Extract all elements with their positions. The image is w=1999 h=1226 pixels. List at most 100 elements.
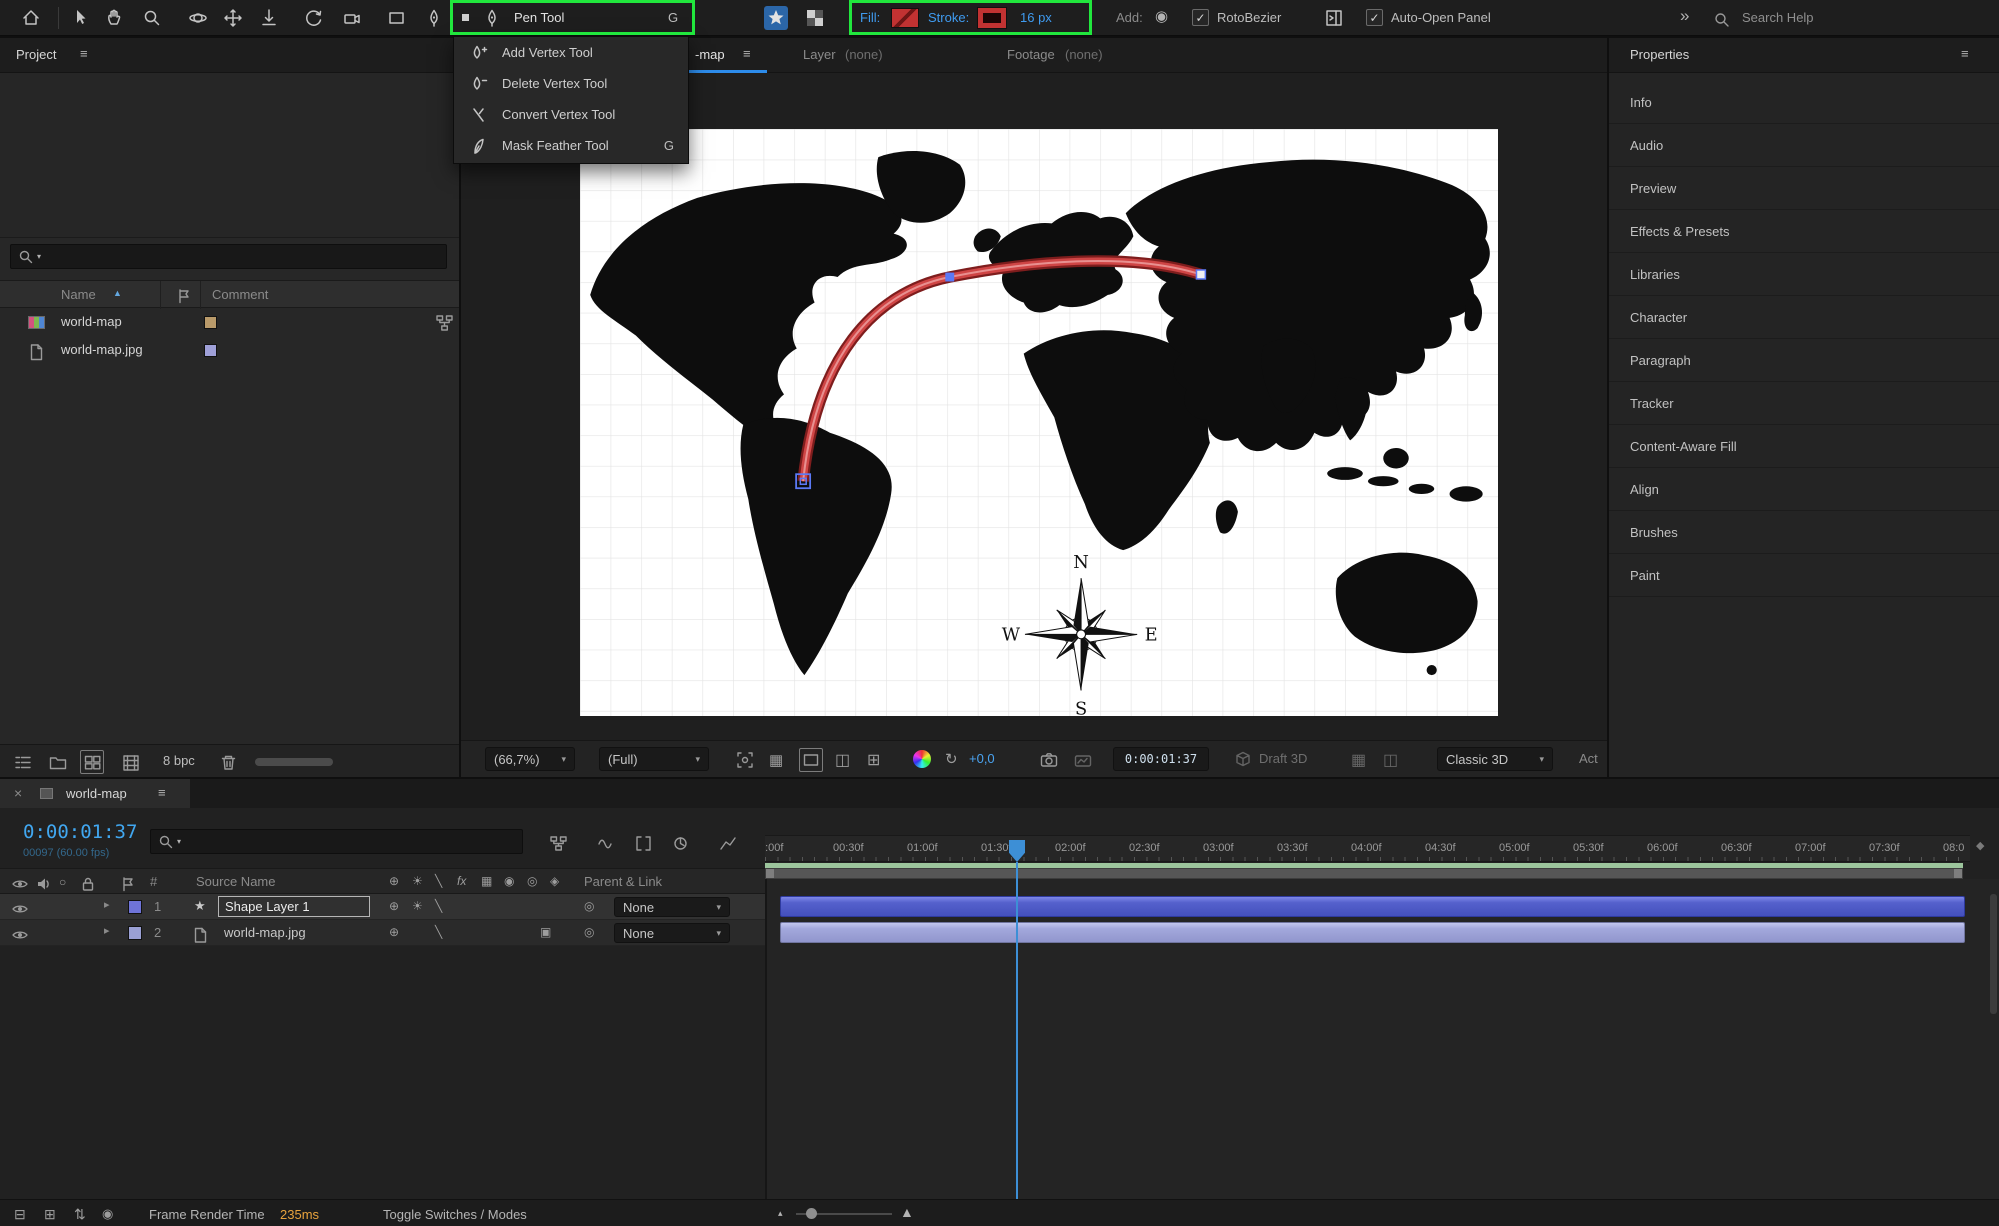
lock-column-icon[interactable] [76, 872, 100, 896]
draft-3d-label[interactable]: Draft 3D [1259, 751, 1307, 766]
label-column-icon[interactable] [116, 872, 140, 896]
swap-in-out-icon[interactable]: ⇅ [74, 1206, 86, 1223]
project-panel-menu-icon[interactable]: ≡ [80, 47, 88, 60]
new-composition-icon[interactable] [80, 750, 104, 774]
mask-visibility-icon[interactable] [799, 748, 823, 772]
audio-column-speaker-icon[interactable] [32, 872, 56, 896]
roi-icon[interactable] [733, 748, 757, 772]
close-tab-icon[interactable]: × [14, 785, 22, 801]
stroke-swatch[interactable] [978, 8, 1006, 28]
label-color-chip[interactable] [204, 316, 217, 329]
toggle-switches-modes-button[interactable]: Toggle Switches / Modes [383, 1207, 527, 1222]
flowchart-icon[interactable] [432, 311, 456, 335]
timeline-vertical-scrollbar[interactable] [1990, 894, 1997, 1014]
fill-label[interactable]: Fill: [860, 10, 880, 25]
expand-transfer-icon[interactable]: ⊞ [44, 1206, 56, 1223]
project-item-name[interactable]: world-map.jpg [61, 342, 143, 357]
camera-tool-icon[interactable] [340, 6, 364, 30]
quality-column-icon[interactable]: ╲ [435, 874, 442, 888]
collapse-column-icon[interactable]: ☀ [412, 874, 423, 888]
timeline-timecode[interactable]: 0:00:01:37 [23, 821, 137, 843]
ground-plane-icon[interactable]: ▦ [1351, 750, 1366, 770]
stroke-width-value[interactable]: 16 px [1020, 10, 1052, 25]
layer-collapse-icon[interactable]: ☀ [412, 899, 423, 913]
search-options-caret-icon[interactable]: ▾ [177, 838, 181, 846]
properties-item-character[interactable]: Character [1609, 296, 1999, 339]
zoom-tool-icon[interactable] [140, 6, 164, 30]
label-color-column-icon[interactable] [172, 284, 196, 308]
search-help-input[interactable]: Search Help [1742, 10, 1814, 25]
layer-expander-icon[interactable]: ▸ [104, 926, 110, 937]
frame-blend-column-icon[interactable]: ▦ [481, 874, 492, 888]
auto-open-checkbox[interactable]: ✓ [1366, 9, 1383, 26]
properties-item-paragraph[interactable]: Paragraph [1609, 339, 1999, 382]
column-parent-link[interactable]: Parent & Link [584, 874, 662, 889]
fill-swatch[interactable] [891, 8, 919, 28]
properties-item-tracker[interactable]: Tracker [1609, 382, 1999, 425]
zoom-in-mountain-icon[interactable]: ▲ [900, 1205, 914, 1219]
graph-editor-icon[interactable] [716, 831, 740, 855]
rotobezier-label[interactable]: RotoBezier [1217, 10, 1281, 25]
parent-pickwhip-icon[interactable]: ◎ [584, 925, 594, 939]
parent-link-dropdown[interactable]: None▾ [614, 897, 730, 917]
active-camera-dropdown[interactable]: Act [1579, 751, 1598, 766]
add-menu-icon[interactable]: ◉ [1155, 9, 1168, 24]
label-color-chip[interactable] [204, 344, 217, 357]
column-comment[interactable]: Comment [212, 287, 268, 302]
properties-item-paint[interactable]: Paint [1609, 554, 1999, 597]
layer-visibility-eye-icon[interactable] [8, 897, 32, 921]
auto-open-label[interactable]: Auto-Open Panel [1391, 10, 1491, 25]
properties-item-effects-presets[interactable]: Effects & Presets [1609, 210, 1999, 253]
hand-tool-icon[interactable] [103, 6, 127, 30]
layer-row-2[interactable]: ▸ 2 world-map.jpg ⊕ ╲ ▣ ◎ None▾ [0, 920, 765, 946]
layer-visibility-eye-icon[interactable] [8, 923, 32, 947]
rectangle-tool-icon[interactable] [385, 6, 409, 30]
layer-bar-shape[interactable] [780, 896, 1965, 917]
column-source-name[interactable]: Source Name [196, 874, 275, 889]
pan-camera-tool-icon[interactable] [221, 6, 245, 30]
properties-item-brushes[interactable]: Brushes [1609, 511, 1999, 554]
layer-name[interactable]: world-map.jpg [224, 925, 306, 940]
mini-flowchart-icon[interactable] [546, 831, 570, 855]
pen-tool-icon[interactable] [422, 6, 446, 30]
rotation-tool-icon[interactable] [302, 6, 326, 30]
magnification-dropdown[interactable]: (66,7%)▾ [485, 747, 575, 771]
composition-tab-menu-icon[interactable]: ≡ [743, 47, 751, 60]
effects-column-icon[interactable]: fx [457, 874, 466, 888]
resolution-dropdown[interactable]: (Full)▾ [599, 747, 709, 771]
layer-expander-icon[interactable]: ▸ [104, 900, 110, 911]
work-area-start-handle[interactable] [766, 869, 774, 878]
tab-footage[interactable]: Footage [1007, 47, 1055, 62]
stroke-label[interactable]: Stroke: [928, 10, 969, 25]
video-column-eye-icon[interactable] [8, 872, 32, 896]
rotobezier-checkbox[interactable]: ✓ [1192, 9, 1209, 26]
motion-blur-icon[interactable] [668, 831, 692, 855]
tab-layer[interactable]: Layer [803, 47, 836, 62]
region-of-interest-icon[interactable]: ◫ [835, 750, 850, 770]
sort-ascending-icon[interactable]: ▲ [113, 288, 122, 298]
pen-tool-current-icon[interactable] [480, 6, 504, 30]
comp-marker-bin-icon[interactable]: ◆ [1976, 841, 1984, 852]
menu-item-delete-vertex[interactable]: Delete Vertex Tool [454, 68, 688, 99]
snapshot-camera-icon[interactable] [1037, 748, 1061, 772]
zoom-out-mountain-icon[interactable]: ▴ [778, 1209, 783, 1218]
toolbar-overflow-chevrons[interactable]: » [1680, 7, 1689, 24]
work-area-end-handle[interactable] [1954, 869, 1962, 878]
menu-item-add-vertex[interactable]: Add Vertex Tool [454, 37, 688, 68]
home-icon[interactable] [19, 6, 43, 30]
orbit-camera-tool-icon[interactable] [186, 6, 210, 30]
layer-shy-icon[interactable]: ⊕ [389, 899, 399, 913]
render-time-icon[interactable]: ◉ [102, 1206, 113, 1222]
panel-dock-icon[interactable] [1322, 6, 1346, 30]
properties-panel-title[interactable]: Properties [1630, 47, 1689, 62]
project-search-input[interactable]: ▾ [10, 244, 447, 269]
playhead-line[interactable] [1016, 862, 1018, 1199]
column-index[interactable]: # [150, 874, 157, 889]
tool-creates-mask-icon[interactable] [803, 6, 827, 30]
layer-label-chip[interactable] [128, 926, 142, 940]
timeline-search-input[interactable]: ▾ [150, 829, 523, 854]
renderer-dropdown[interactable]: Classic 3D▾ [1437, 747, 1553, 771]
layer-row-1[interactable]: ▸ 1 ★ Shape Layer 1 ⊕ ☀ ╲ ◎ None▾ [0, 894, 765, 920]
draft-3d-icon[interactable] [1231, 748, 1255, 772]
parent-link-dropdown[interactable]: None▾ [614, 923, 730, 943]
